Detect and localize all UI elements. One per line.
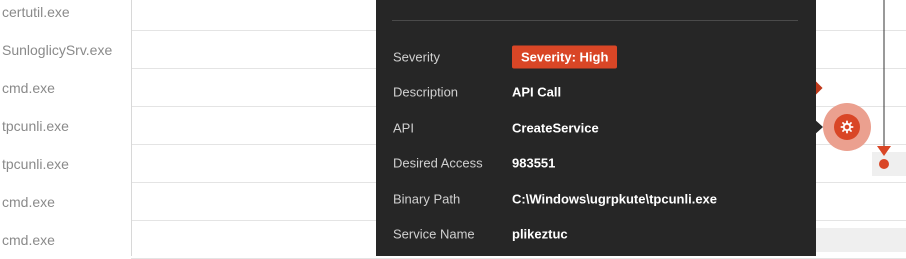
severity-badge: Severity: High	[512, 45, 618, 69]
desired-access-value: 983551	[512, 155, 556, 171]
severity-row: Severity Severity: High	[376, 45, 816, 69]
column-separator	[131, 0, 132, 256]
api-label: API	[393, 120, 414, 136]
process-name: SunloglicySrv.exe	[2, 42, 113, 58]
service-name-label: Service Name	[393, 226, 475, 242]
service-name-row: Service Name plikeztuc	[376, 224, 816, 244]
process-name: tpcunli.exe	[2, 156, 69, 172]
service-name-value: plikeztuc	[512, 226, 568, 242]
process-name: cmd.exe	[2, 194, 55, 210]
desired-access-row: Desired Access 983551	[376, 153, 816, 173]
process-name: cmd.exe	[2, 80, 55, 96]
description-label: Description	[393, 84, 459, 100]
description-value: API Call	[512, 84, 562, 100]
description-row: Description API Call	[376, 82, 816, 102]
api-value: CreateService	[512, 120, 599, 136]
severity-label: Severity	[393, 49, 440, 65]
desired-access-label: Desired Access	[393, 155, 483, 171]
binary-path-label: Binary Path	[393, 191, 461, 207]
binary-path-value: C:\Windows\ugrpkute\tpcunli.exe	[512, 191, 718, 207]
event-details-tooltip: Severity Severity: High Description API …	[376, 0, 816, 256]
tooltip-divider	[392, 20, 798, 21]
process-name: certutil.exe	[2, 4, 70, 20]
api-row: API CreateService	[376, 118, 816, 138]
process-name: tpcunli.exe	[2, 118, 69, 134]
process-name: cmd.exe	[2, 232, 55, 248]
binary-path-row: Binary Path C:\Windows\ugrpkute\tpcunli.…	[376, 189, 816, 209]
